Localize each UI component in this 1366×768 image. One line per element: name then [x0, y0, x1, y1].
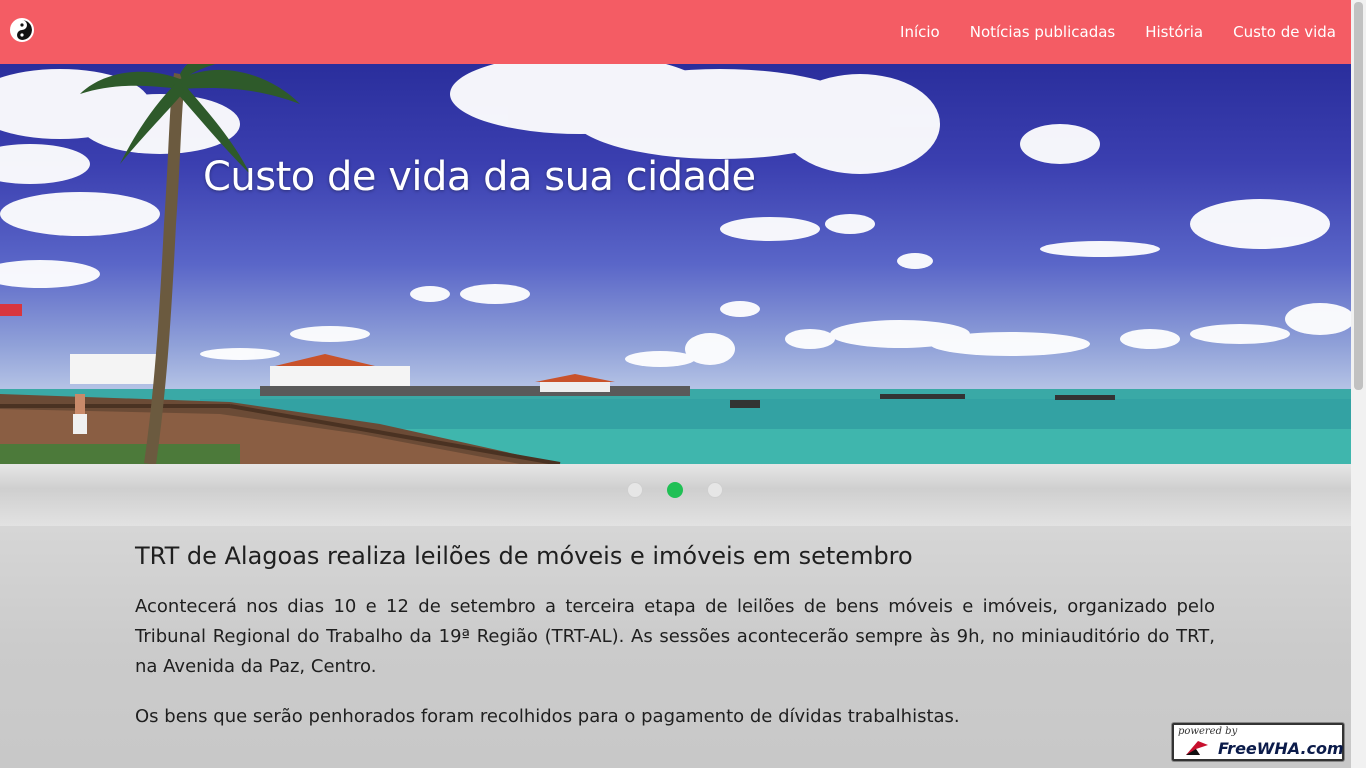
badge-powered-by: powered by [1178, 726, 1238, 737]
main-nav: Início Notícias publicadas História Cust… [900, 0, 1336, 64]
nav-link-custo-de-vida[interactable]: Custo de vida [1233, 23, 1336, 41]
article-paragraph: Acontecerá nos dias 10 e 12 de setembro … [135, 596, 1215, 677]
freewha-badge[interactable]: powered by FreeWHA.com [1172, 723, 1344, 761]
nav-link-historia[interactable]: História [1145, 23, 1203, 41]
news-article: TRT de Alagoas realiza leilões de móveis… [135, 542, 1215, 752]
carousel-indicators [627, 482, 723, 498]
carousel-dot-1[interactable] [627, 482, 643, 498]
carousel-dot-3[interactable] [707, 482, 723, 498]
nav-link-inicio[interactable]: Início [900, 23, 940, 41]
article-paragraph: Os bens que serão penhorados foram recol… [135, 706, 960, 727]
badge-brand: FreeWHA.com [1218, 739, 1344, 758]
freewha-logo-icon [1186, 741, 1208, 755]
top-navbar: Início Notícias publicadas História Cust… [0, 0, 1351, 64]
nav-link-noticias[interactable]: Notícias publicadas [970, 23, 1116, 41]
hero-carousel: Custo de vida da sua cidade [0, 64, 1351, 464]
scrollbar-thumb[interactable] [1354, 2, 1363, 390]
hero-beach-image [0, 64, 1351, 464]
carousel-dot-2-active[interactable] [667, 482, 683, 498]
article-title[interactable]: TRT de Alagoas realiza leilões de móveis… [135, 542, 1215, 570]
hero-title: Custo de vida da sua cidade [203, 154, 756, 200]
page-scrollbar[interactable] [1351, 0, 1366, 768]
main-content: TRT de Alagoas realiza leilões de móveis… [0, 526, 1351, 768]
yin-yang-icon[interactable] [10, 18, 34, 42]
